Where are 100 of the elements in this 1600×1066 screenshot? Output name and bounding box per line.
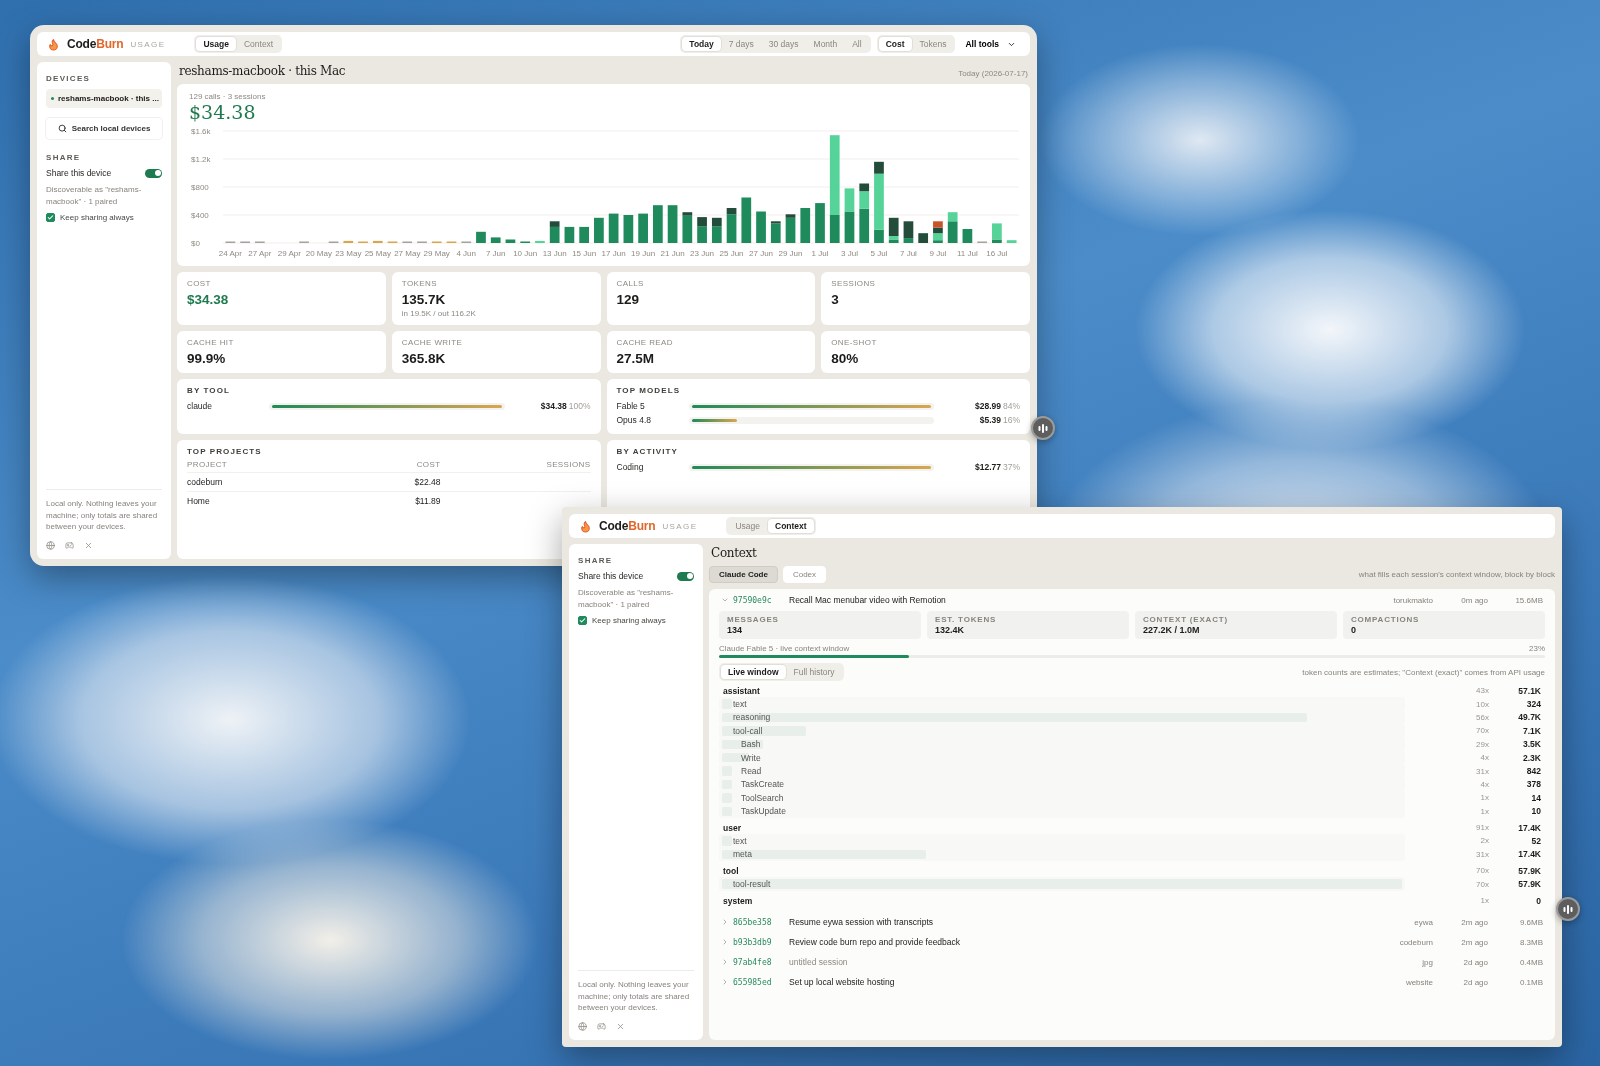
stat-label: CACHE READ <box>616 338 674 347</box>
source-tab[interactable]: Claude Code <box>709 566 778 583</box>
view-option[interactable]: Live window <box>721 665 786 679</box>
stat-value: 99.9% <box>187 351 227 366</box>
block-count: 31x <box>1475 766 1489 776</box>
session-project: website <box>1404 977 1433 987</box>
stat-label: CACHE WRITE <box>401 338 464 347</box>
stat-label: TOKENS <box>401 279 438 288</box>
y-tick-label: $1.6k <box>191 127 211 136</box>
panel-heading: BY TOOL <box>187 386 231 395</box>
metric-value: 132.4K <box>935 625 966 635</box>
tab[interactable]: Context <box>768 519 814 533</box>
x-tick-label: 23 May <box>335 249 362 258</box>
session-row[interactable]: 655985ed Set up local website hosting website 2d ago 0.1MB <box>719 972 1545 993</box>
chart-bar <box>579 226 589 243</box>
session-id: 865be358 <box>733 917 773 927</box>
dot-icon <box>51 97 54 100</box>
section-heading: SHARE <box>578 556 614 565</box>
chart-bar <box>638 213 648 243</box>
session-size: 15.6MB <box>1514 595 1543 605</box>
panel-heading: TOP MODELS <box>616 386 682 395</box>
share-label: Share this device <box>46 168 112 178</box>
x-tick-label: 27 Apr <box>248 249 272 258</box>
range-option[interactable]: Today <box>682 37 721 51</box>
session-row[interactable]: 865be358 Resume eywa session with transcripts eywa 2m ago 9.6MB <box>719 912 1545 933</box>
x-tick-label: 23 Jun <box>690 249 715 258</box>
checkbox[interactable] <box>46 213 55 223</box>
session-title: Set up local website hosting <box>789 977 896 988</box>
x-tick-label: 10 Jun <box>513 249 538 258</box>
source-tab[interactable]: Codex <box>782 566 827 583</box>
block-tokens: 14 <box>1530 792 1542 803</box>
toggle-switch[interactable] <box>677 571 694 581</box>
chart-bar <box>844 211 855 243</box>
block-tokens: 0 <box>1535 895 1542 906</box>
chart-bar <box>800 208 811 243</box>
globe-icon[interactable] <box>578 1022 587 1031</box>
block-name: text <box>732 836 747 846</box>
x-mark-icon[interactable] <box>616 1022 625 1031</box>
x-tick-label: 1 Jul <box>811 249 829 258</box>
block-tokens: 17.4K <box>1517 849 1542 860</box>
stat-label: COST <box>187 279 212 288</box>
block-name: tool <box>722 865 739 876</box>
block-tokens: 10 <box>1530 806 1542 817</box>
x-tick-label: 19 Jun <box>631 249 656 258</box>
session-row[interactable]: 97ab4fe8 untitled session jpg 2d ago 0.4MB <box>719 952 1545 973</box>
flame-icon <box>579 519 592 533</box>
metric-value: 227.2K / 1.0M <box>1143 625 1201 635</box>
discoverable-text: Discoverable as "reshams-macbook" · 1 paired <box>578 587 675 611</box>
x-tick-label: 24 Apr <box>218 249 242 258</box>
block-tokens: 57.1K <box>1517 685 1542 696</box>
session-age: 0m ago <box>1460 595 1488 605</box>
x-tick-label: 21 Jun <box>660 249 685 258</box>
table-cell: $22.48 <box>370 472 441 491</box>
chart-bar <box>741 197 752 243</box>
x-mark-icon[interactable] <box>84 541 93 550</box>
bars-icon <box>1563 904 1573 914</box>
block-tokens: 842 <box>1525 766 1542 777</box>
block-name: tool-result <box>732 879 771 890</box>
floating-button[interactable] <box>1031 416 1055 440</box>
session-id: b93b3db9 <box>733 937 773 947</box>
flame-icon <box>47 37 60 51</box>
footer-text: Local only. Nothing leaves your machine; only totals are shared between your devices. <box>578 979 691 1014</box>
device-item[interactable]: reshams-macbook · this ... <box>46 89 162 108</box>
row-label: claude <box>187 401 214 411</box>
block-tokens: 17.4K <box>1517 822 1542 833</box>
session-row[interactable]: 97590e9c Recall Mac menubar video with Remotion torukmakto 0m ago 15.6MB <box>719 590 1545 610</box>
x-tick-label: 17 Jun <box>601 249 626 258</box>
block-tokens: 57.9K <box>1517 879 1542 890</box>
tab[interactable]: Usage <box>196 37 236 51</box>
estimate-note: token counts are estimates; "Context (exact)" comes from API usage <box>1302 667 1545 677</box>
metric-value: 0 <box>1351 625 1357 635</box>
session-row[interactable]: b93b3db9 Review code burn repo and provide feedback codeburn 2m ago 8.3MB <box>719 932 1545 953</box>
panel-heading: TOP PROJECTS <box>187 447 263 456</box>
stat-value: 3 <box>831 292 840 307</box>
block-tokens: 52 <box>1530 836 1542 846</box>
metric-value: 134 <box>727 625 744 635</box>
x-tick-label: 15 Jun <box>572 249 597 258</box>
chart-bar <box>505 239 516 243</box>
block-tokens: 7.1K <box>1522 725 1542 736</box>
search-button[interactable]: Search local devices <box>46 118 162 139</box>
metric-label: CONTEXT (EXACT) <box>1143 615 1229 624</box>
y-tick-label: $0 <box>191 239 200 248</box>
metric-option[interactable]: Cost <box>878 37 912 51</box>
block-count: 31x <box>1475 849 1489 859</box>
block-name: Read <box>740 766 762 777</box>
share-label: Share this device <box>578 571 644 581</box>
block-name: TaskUpdate <box>740 806 786 817</box>
checkbox[interactable] <box>578 616 587 626</box>
block-count: 43x <box>1475 686 1489 696</box>
panel-heading: BY ACTIVITY <box>616 447 679 456</box>
stat-label: ONE-SHOT <box>831 338 878 347</box>
x-tick-label: 5 Jul <box>870 249 888 258</box>
toggle-switch[interactable] <box>145 168 162 178</box>
globe-icon[interactable] <box>46 541 55 550</box>
stat-label: CALLS <box>616 279 645 288</box>
session-title: Resume eywa session with transcripts <box>789 917 935 928</box>
floating-button[interactable] <box>1556 897 1580 921</box>
y-tick-label: $1.2k <box>191 155 211 164</box>
chart-bar <box>653 205 663 243</box>
session-title: Review code burn repo and provide feedback <box>789 937 962 948</box>
